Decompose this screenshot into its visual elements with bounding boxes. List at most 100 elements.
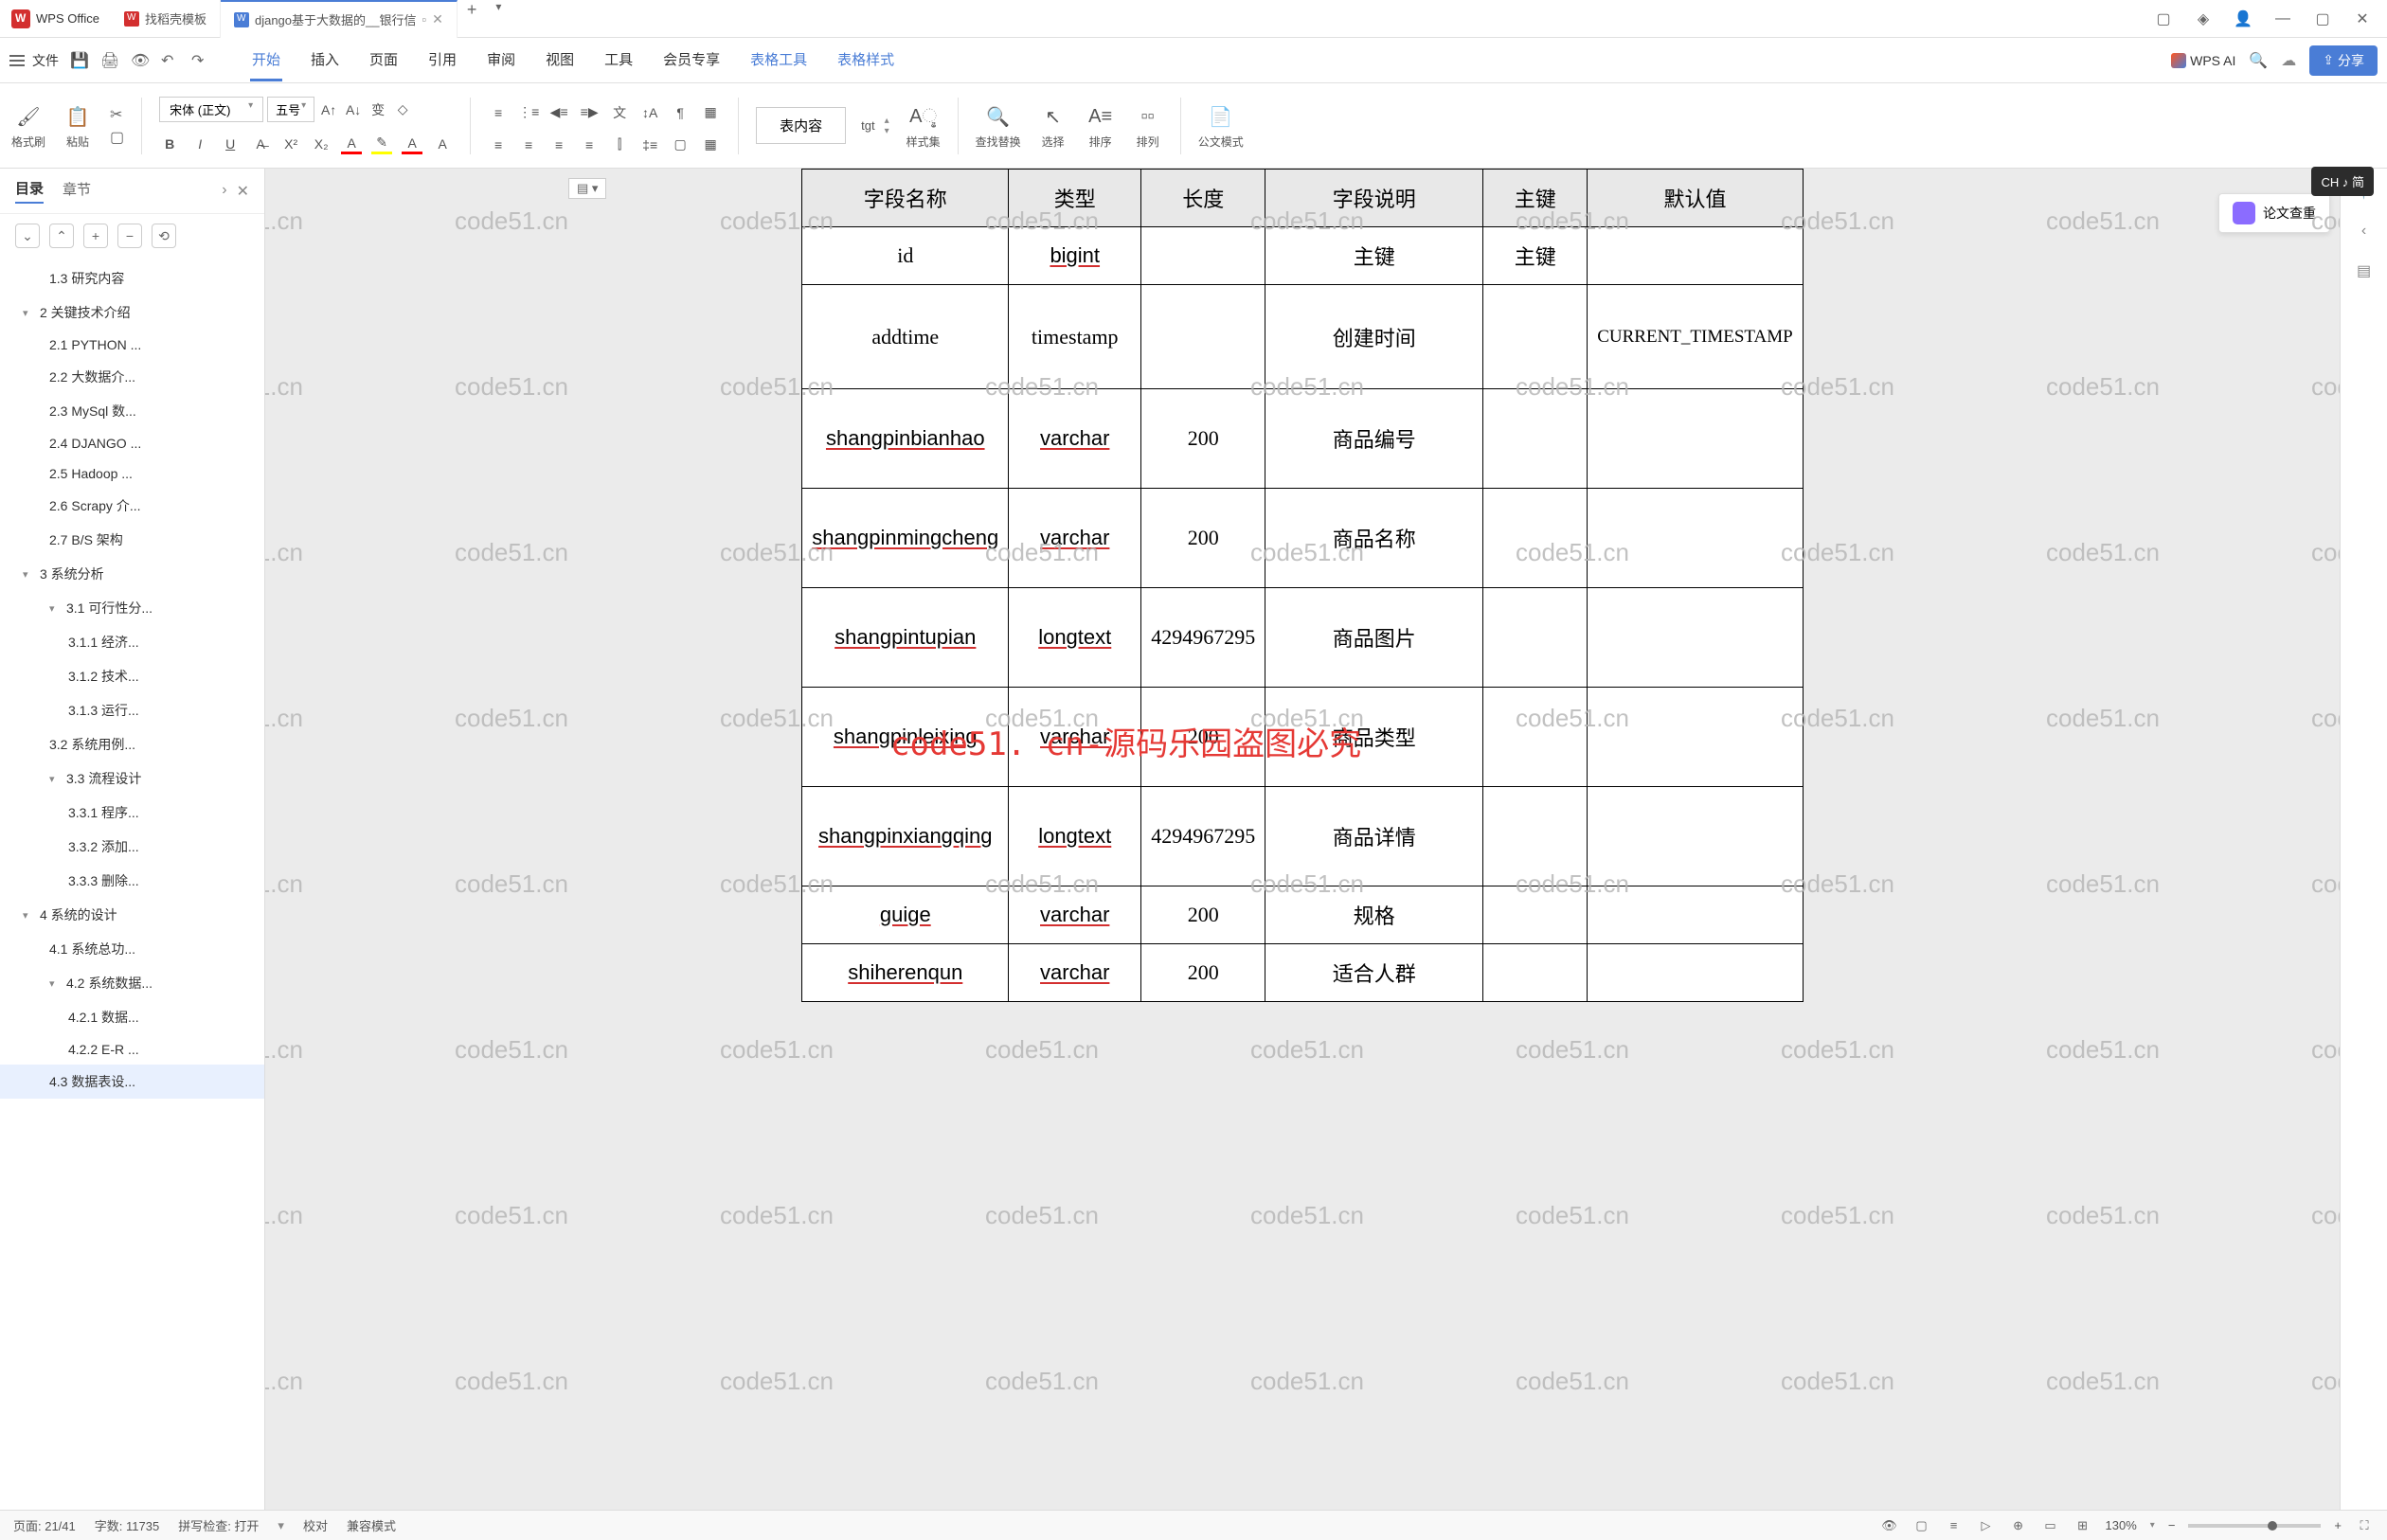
font-color2-icon[interactable]: A bbox=[402, 134, 422, 154]
table-cell[interactable]: 商品详情 bbox=[1265, 787, 1483, 886]
toc-item[interactable]: 2.7 B/S 架构 bbox=[0, 523, 264, 557]
cube-icon[interactable]: ◈ bbox=[2192, 8, 2215, 30]
table-cell[interactable]: 200 bbox=[1141, 389, 1265, 489]
zoom-label[interactable]: 130% bbox=[2106, 1518, 2137, 1532]
table-cell[interactable] bbox=[1141, 227, 1265, 285]
add-tab-button[interactable]: + bbox=[458, 0, 487, 38]
bold-icon[interactable]: B bbox=[159, 134, 180, 154]
table-cell[interactable]: longtext bbox=[1009, 787, 1141, 886]
table-row[interactable]: guigevarchar200规格 bbox=[802, 886, 1803, 944]
toc-item[interactable]: 3.3.2 添加... bbox=[0, 830, 264, 864]
cut-icon[interactable]: ✂ bbox=[110, 105, 124, 124]
table-cell[interactable]: 规格 bbox=[1265, 886, 1483, 944]
number-list-icon[interactable]: ⋮≡ bbox=[518, 102, 539, 123]
redo-icon[interactable]: ↷ bbox=[191, 51, 210, 70]
toc-item[interactable]: 4.1 系统总功... bbox=[0, 932, 264, 966]
outline-view-icon[interactable]: ≡ bbox=[1945, 1516, 1964, 1535]
sidebar-next-icon[interactable]: › bbox=[222, 182, 226, 201]
table-cell[interactable] bbox=[1483, 285, 1588, 389]
table-cell[interactable] bbox=[1483, 944, 1588, 1002]
table-row[interactable]: shangpinxiangqinglongtext4294967295商品详情 bbox=[802, 787, 1803, 886]
save-icon[interactable]: 💾 bbox=[70, 51, 89, 70]
format-brush-group[interactable]: 🖌 格式刷 bbox=[11, 101, 45, 150]
proofread-status[interactable]: 校对 bbox=[303, 1516, 328, 1534]
th-field-name[interactable]: 字段名称 bbox=[802, 170, 1009, 227]
remove-icon[interactable]: − bbox=[117, 224, 142, 248]
hamburger-icon[interactable] bbox=[9, 55, 25, 66]
paste-group[interactable]: 📋 粘贴 bbox=[63, 101, 93, 150]
expand-icon[interactable]: ▾ bbox=[23, 909, 34, 922]
chevron-left-icon[interactable]: ‹ bbox=[2351, 218, 2378, 244]
shading2-icon[interactable]: ▢ bbox=[670, 134, 691, 155]
table-cell[interactable]: timestamp bbox=[1009, 285, 1141, 389]
table-row[interactable]: shiherenqunvarchar200适合人群 bbox=[802, 944, 1803, 1002]
table-cell[interactable] bbox=[1483, 588, 1588, 688]
table-cell[interactable]: bigint bbox=[1009, 227, 1141, 285]
thesis-review-button[interactable]: 论文查重 bbox=[2218, 193, 2330, 233]
table-cell[interactable]: 商品名称 bbox=[1265, 489, 1483, 588]
align-left-icon[interactable]: ≡ bbox=[488, 134, 509, 155]
menu-tab-tools[interactable]: 工具 bbox=[602, 40, 635, 81]
arrange-group[interactable]: ▫▫ 排列 bbox=[1133, 101, 1163, 150]
table-row[interactable]: shangpinleixingvarchar200商品类型 bbox=[802, 688, 1803, 787]
table-cell[interactable]: 主键 bbox=[1483, 227, 1588, 285]
cloud-icon[interactable]: ☁ bbox=[2281, 51, 2296, 70]
play-icon[interactable]: ▷ bbox=[1977, 1516, 1996, 1535]
table-cell[interactable]: longtext bbox=[1009, 588, 1141, 688]
table-cell[interactable]: shiherenqun bbox=[802, 944, 1009, 1002]
file-menu[interactable]: 文件 bbox=[32, 51, 59, 70]
table-row[interactable]: addtimetimestamp创建时间CURRENT_TIMESTAMP bbox=[802, 285, 1803, 389]
page-indicator[interactable]: 页面: 21/41 bbox=[13, 1516, 76, 1534]
table-cell[interactable]: 200 bbox=[1141, 886, 1265, 944]
border-icon[interactable]: ▦ bbox=[700, 102, 721, 123]
menu-tab-view[interactable]: 视图 bbox=[544, 40, 576, 81]
expand-icon[interactable]: ▾ bbox=[49, 602, 61, 615]
highlight-icon[interactable]: ✎ bbox=[371, 134, 392, 154]
toc-item[interactable]: 2.3 MySql 数... bbox=[0, 394, 264, 428]
text-direction-icon[interactable]: 文 bbox=[609, 102, 630, 123]
clear-format-icon[interactable]: ◇ bbox=[392, 99, 413, 120]
style-tgt[interactable]: tgt bbox=[861, 118, 874, 133]
table-row[interactable]: idbigint 主键主键 bbox=[802, 227, 1803, 285]
align-right-icon[interactable]: ≡ bbox=[548, 134, 569, 155]
sidebar-tab-chapters[interactable]: 章节 bbox=[63, 179, 91, 203]
table-cell[interactable]: shangpinbianhao bbox=[802, 389, 1009, 489]
font-size-select[interactable]: 五号▾ bbox=[267, 97, 314, 122]
table-cell[interactable] bbox=[1483, 886, 1588, 944]
spell-dropdown-icon[interactable]: ▾ bbox=[278, 1518, 284, 1533]
search-icon[interactable]: 🔍 bbox=[2249, 51, 2268, 70]
toc-item[interactable]: 2.5 Hadoop ... bbox=[0, 458, 264, 489]
underline-icon[interactable]: U bbox=[220, 134, 241, 154]
toc-item[interactable]: 3.1.1 经济... bbox=[0, 625, 264, 659]
borders-icon[interactable]: ▦ bbox=[700, 134, 721, 155]
table-cell[interactable]: id bbox=[802, 227, 1009, 285]
zoom-in-icon[interactable]: + bbox=[2334, 1518, 2342, 1532]
change-case-icon[interactable]: 变 bbox=[368, 99, 388, 120]
select-group[interactable]: ↖ 选择 bbox=[1038, 101, 1068, 150]
table-row[interactable]: shangpintupianlongtext4294967295商品图片 bbox=[802, 588, 1803, 688]
menu-tab-review[interactable]: 审阅 bbox=[485, 40, 517, 81]
table-cell[interactable]: 主键 bbox=[1265, 227, 1483, 285]
read-view-icon[interactable]: ▭ bbox=[2041, 1516, 2060, 1535]
tab-action-icon[interactable]: ▫ bbox=[422, 12, 426, 27]
th-primary-key[interactable]: 主键 bbox=[1483, 170, 1588, 227]
justify-icon[interactable]: ≡ bbox=[579, 134, 600, 155]
table-cell[interactable]: shangpinleixing bbox=[802, 688, 1009, 787]
zoom-out-icon[interactable]: − bbox=[2168, 1518, 2176, 1532]
table-cell[interactable] bbox=[1588, 227, 1803, 285]
eye-icon[interactable]: 👁 bbox=[1880, 1516, 1899, 1535]
table-cell[interactable]: varchar bbox=[1009, 944, 1141, 1002]
toc-item[interactable]: ▾3.1 可行性分... bbox=[0, 591, 264, 625]
compat-mode[interactable]: 兼容模式 bbox=[347, 1516, 396, 1534]
table-cell[interactable] bbox=[1483, 389, 1588, 489]
wps-ai-button[interactable]: WPS AI bbox=[2171, 53, 2235, 68]
toc-item[interactable]: ▾2 关键技术介绍 bbox=[0, 295, 264, 330]
shading-icon[interactable]: A bbox=[432, 134, 453, 154]
table-cell[interactable]: 适合人群 bbox=[1265, 944, 1483, 1002]
share-button[interactable]: ⇪ 分享 bbox=[2309, 45, 2378, 76]
toc-item[interactable]: 2.4 DJANGO ... bbox=[0, 428, 264, 458]
table-cell[interactable]: guige bbox=[802, 886, 1009, 944]
table-cell[interactable] bbox=[1588, 688, 1803, 787]
menu-tab-table-styles[interactable]: 表格样式 bbox=[835, 40, 896, 81]
page-view-icon[interactable]: ▢ bbox=[1912, 1516, 1931, 1535]
